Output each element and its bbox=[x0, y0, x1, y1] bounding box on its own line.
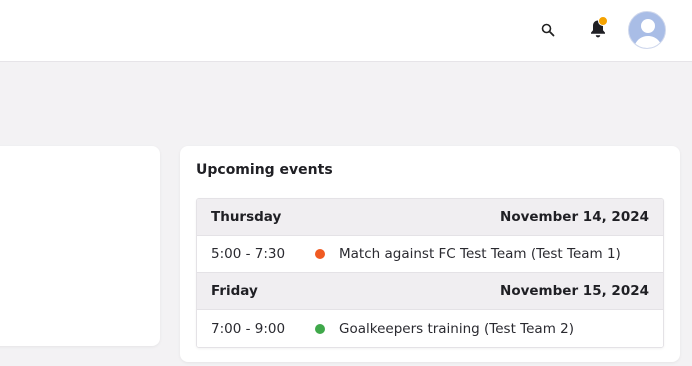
event-title: Match against FC Test Team (Test Team 1) bbox=[339, 246, 621, 262]
day-name: Thursday bbox=[211, 209, 282, 225]
upcoming-events-title: Upcoming events bbox=[196, 162, 333, 178]
left-card bbox=[0, 146, 160, 346]
day-header-row: Friday November 15, 2024 bbox=[197, 273, 663, 310]
user-avatar[interactable] bbox=[628, 11, 666, 49]
notifications-button[interactable] bbox=[584, 15, 612, 43]
day-header-row: Thursday November 14, 2024 bbox=[197, 199, 663, 236]
search-icon bbox=[541, 23, 555, 37]
user-avatar-icon bbox=[634, 19, 662, 48]
day-name: Friday bbox=[211, 283, 258, 299]
event-color-dot bbox=[315, 249, 325, 259]
event-row[interactable]: 7:00 - 9:00 Goalkeepers training (Test T… bbox=[197, 310, 663, 347]
top-bar bbox=[0, 0, 692, 62]
upcoming-events-card: Upcoming events Thursday November 14, 20… bbox=[180, 146, 680, 362]
search-button[interactable] bbox=[536, 18, 560, 42]
event-row[interactable]: 5:00 - 7:30 Match against FC Test Team (… bbox=[197, 236, 663, 273]
events-table: Thursday November 14, 2024 5:00 - 7:30 M… bbox=[196, 198, 664, 348]
event-color-dot bbox=[315, 323, 325, 334]
event-time: 5:00 - 7:30 bbox=[211, 246, 286, 262]
event-time: 7:00 - 9:00 bbox=[211, 320, 286, 337]
notification-dot bbox=[598, 16, 608, 26]
day-date: November 14, 2024 bbox=[500, 209, 649, 225]
day-date: November 15, 2024 bbox=[500, 283, 649, 299]
event-title: Goalkeepers training (Test Team 2) bbox=[339, 320, 575, 337]
